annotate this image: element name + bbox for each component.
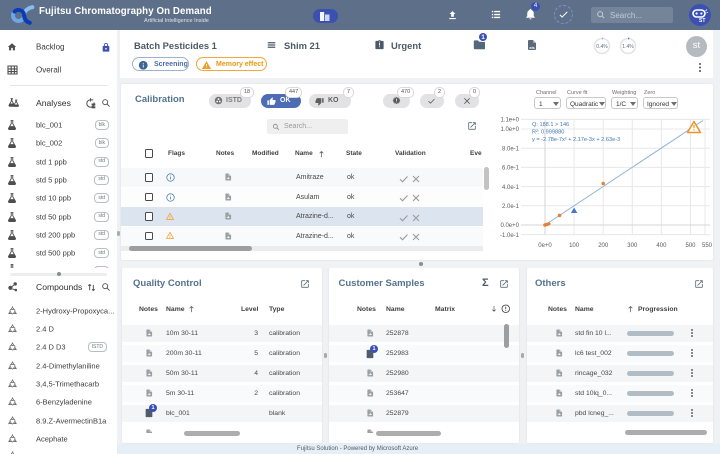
svg-text:0.0e+0: 0.0e+0 bbox=[500, 223, 519, 229]
svg-text:550: 550 bbox=[702, 243, 713, 249]
svg-text:0e+0: 0e+0 bbox=[538, 243, 552, 249]
svg-text:4.0e-1: 4.0e-1 bbox=[502, 185, 520, 191]
svg-text:500: 500 bbox=[685, 243, 696, 249]
svg-text:y = -2.78e-7x² + 2.17e-3x + 2.: y = -2.78e-7x² + 2.17e-3x + 2.63e-3 bbox=[532, 137, 620, 143]
svg-text:100: 100 bbox=[569, 243, 580, 249]
svg-text:2.0e-1: 2.0e-1 bbox=[502, 204, 520, 210]
svg-text:8.0e-1: 8.0e-1 bbox=[502, 146, 520, 152]
svg-text:R²: 0.999880: R²: 0.999880 bbox=[532, 130, 564, 136]
svg-text:300: 300 bbox=[627, 243, 638, 249]
svg-text:-1.0e-1: -1.0e-1 bbox=[500, 233, 520, 239]
svg-text:400: 400 bbox=[656, 243, 667, 249]
svg-text:1.4%: 1.4% bbox=[622, 44, 634, 50]
svg-text:1.0e+0: 1.0e+0 bbox=[500, 127, 519, 133]
svg-text:xls: xls bbox=[529, 45, 535, 50]
svg-text:6.0e-1: 6.0e-1 bbox=[502, 166, 520, 172]
svg-text:200: 200 bbox=[598, 243, 609, 249]
svg-text:0.4%: 0.4% bbox=[596, 44, 608, 50]
svg-text:1.1e+0: 1.1e+0 bbox=[500, 118, 519, 124]
svg-text:Q: 188.1 > 146: Q: 188.1 > 146 bbox=[532, 122, 569, 128]
